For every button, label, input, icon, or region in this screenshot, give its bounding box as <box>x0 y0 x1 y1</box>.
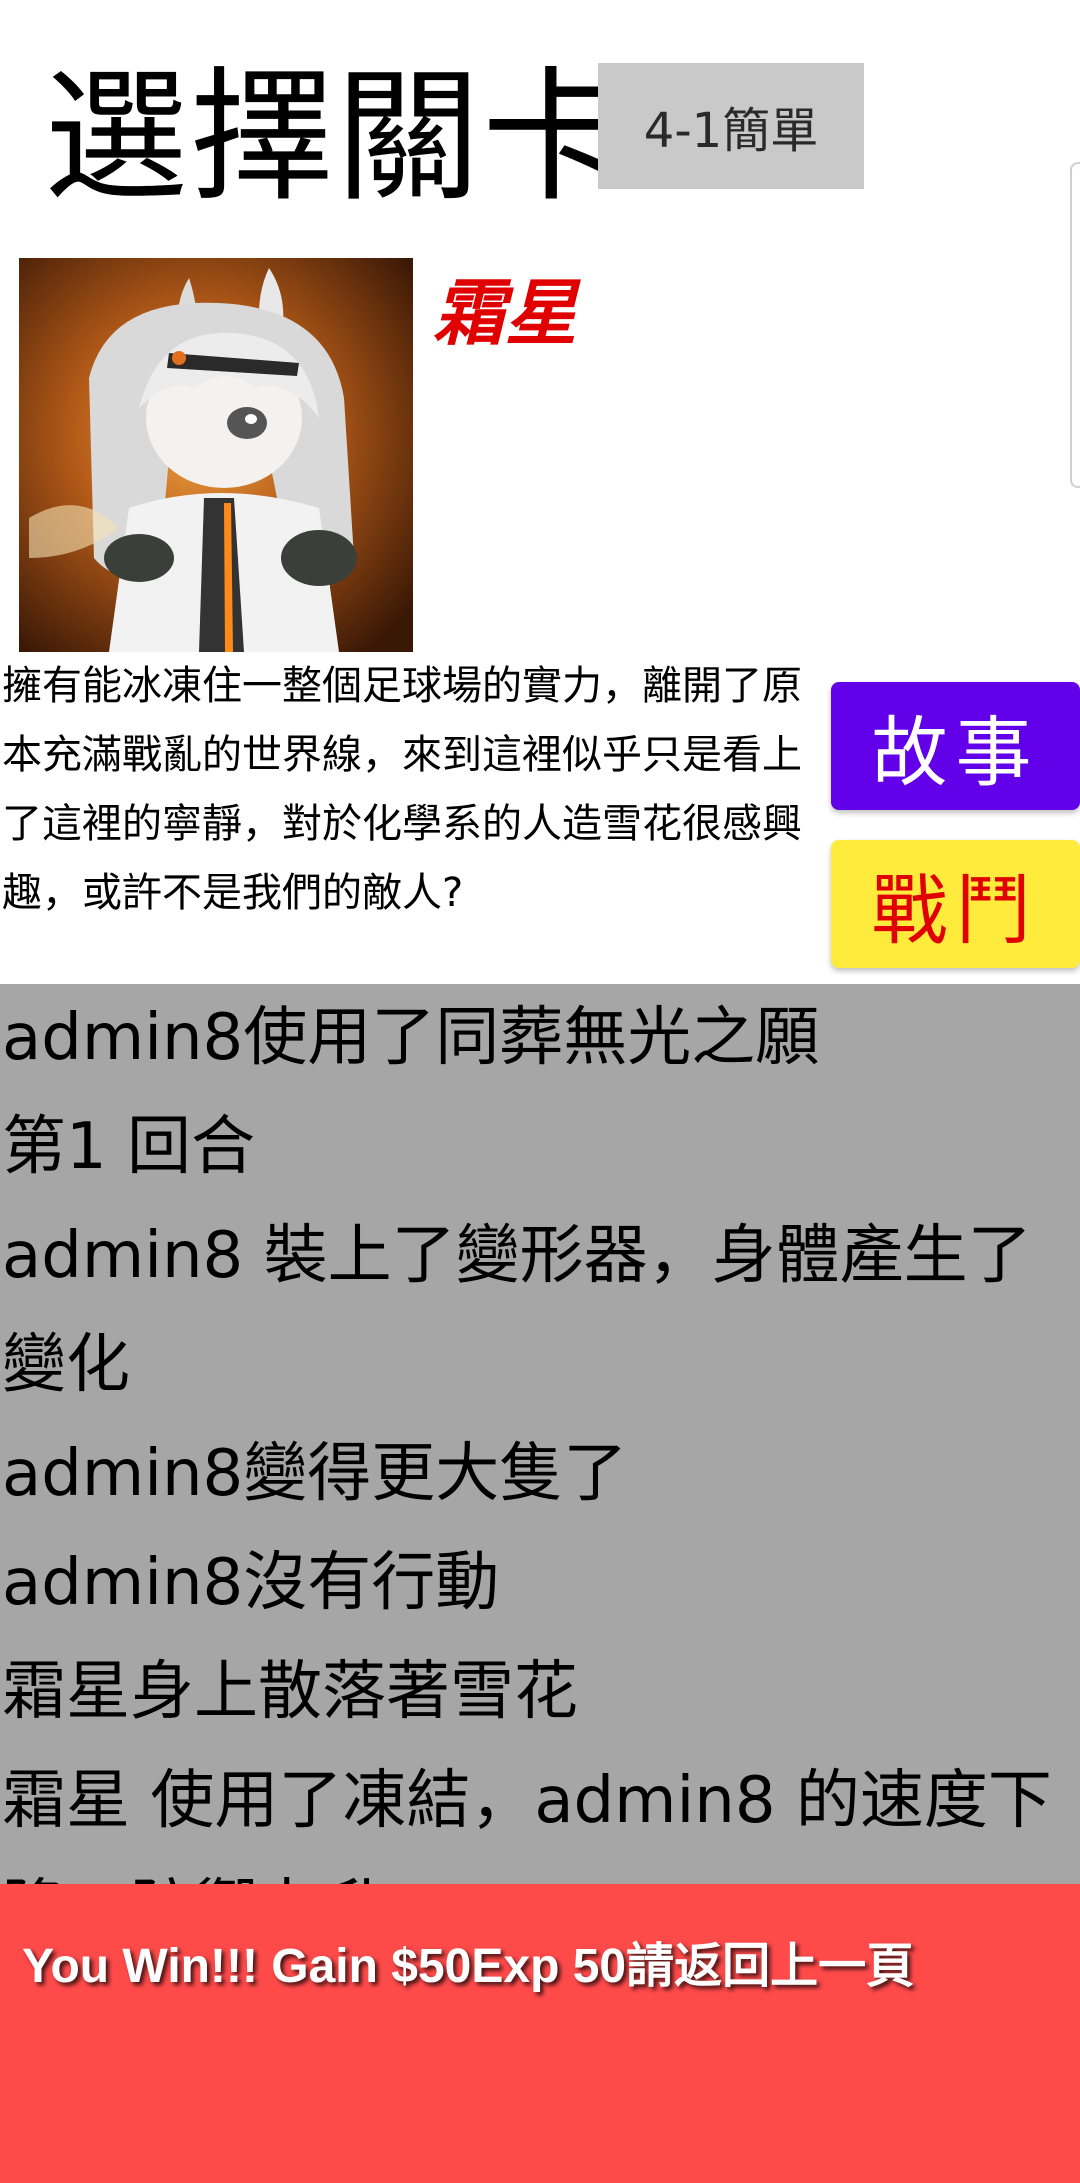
character-portrait-icon <box>19 258 413 652</box>
character-portrait <box>19 258 413 652</box>
log-line: admin8沒有行動 <box>2 1546 500 1620</box>
character-name: 霜星 <box>433 271 578 355</box>
log-line: 霜星身上散落著雪花 <box>2 1655 578 1729</box>
battle-log-list: admin8使用了同葬無光之願 第1 回合 admin8 裝上了變形器，身體產生… <box>0 984 1080 1884</box>
log-line: admin8使用了同葬無光之願 <box>2 1001 820 1075</box>
stage-select-label: 選擇關卡: <box>44 53 679 221</box>
log-line: admin8 裝上了變形器，身體產生了變化 <box>2 1219 1032 1402</box>
edge-scroll-handle[interactable] <box>1070 162 1080 488</box>
stage-select-dropdown[interactable]: 4-1簡單 <box>598 63 864 189</box>
result-banner: You Win!!! Gain $50Exp 50請返回上一頁 <box>0 1884 1080 2183</box>
log-line: 第1 回合 <box>2 1110 256 1184</box>
result-message: You Win!!! Gain $50Exp 50請返回上一頁 <box>22 1940 915 1993</box>
story-button[interactable]: 故事 <box>831 682 1080 810</box>
character-description: 擁有能冰凍住一整個足球場的實力，離開了原本充滿戰亂的世界線，來到這裡似乎只是看上… <box>2 663 802 916</box>
battle-button[interactable]: 戰鬥 <box>831 840 1080 968</box>
battle-log-panel[interactable]: admin8使用了同葬無光之願 第1 回合 admin8 裝上了變形器，身體產生… <box>0 984 1080 1884</box>
log-line: admin8變得更大隻了 <box>2 1437 628 1511</box>
log-line: 霜星 使用了凍結，admin8 的速度下降，防禦力升 <box>2 1764 1052 1884</box>
